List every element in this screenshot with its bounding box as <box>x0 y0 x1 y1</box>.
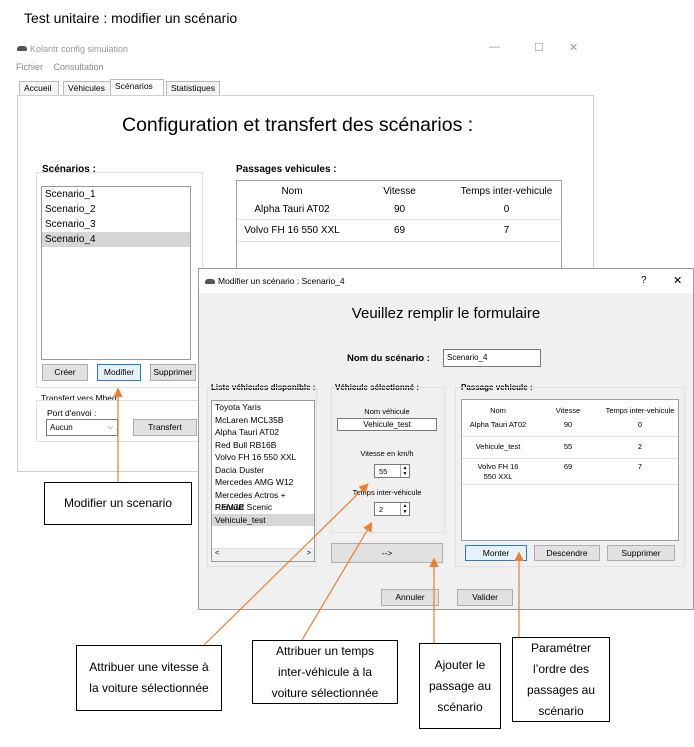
arrow-speed <box>203 483 369 646</box>
callout-inter-time: Attribuer un temps inter-véhicule à la v… <box>252 640 398 704</box>
arrow-inter-time <box>301 521 373 641</box>
callout-speed: Attribuer une vitesse à la voiture sélec… <box>76 645 222 711</box>
callout-order: Paramétrer l’ordre des passages au scéna… <box>512 637 610 722</box>
callout-add: Ajouter le passage au scénario <box>419 643 501 729</box>
callout-modify: Modifier un scenario <box>44 482 192 525</box>
callout-arrows <box>113 387 524 646</box>
